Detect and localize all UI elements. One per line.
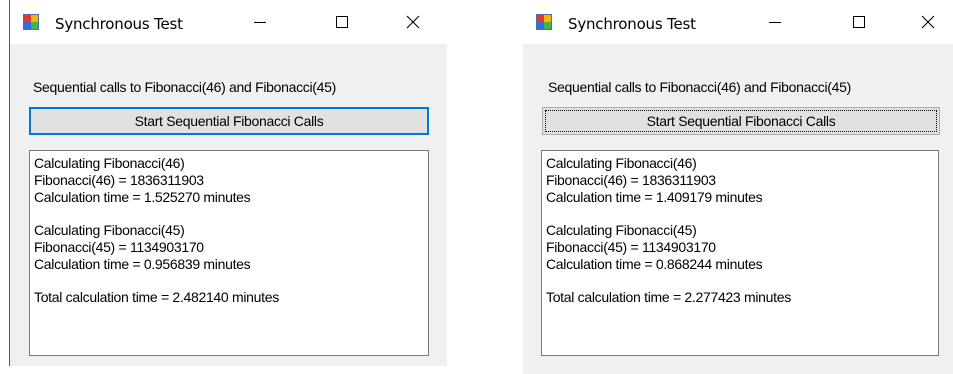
output-line: Calculating Fibonacci(45): [546, 222, 697, 238]
start-sequential-button[interactable]: Start Sequential Fibonacci Calls: [542, 107, 940, 135]
close-icon: [921, 15, 935, 29]
app-icon[interactable]: [536, 14, 552, 30]
output-line: Calculating Fibonacci(46): [546, 155, 697, 171]
window-title: Synchronous Test: [55, 15, 183, 33]
output-line: Calculation time = 0.868244 minutes: [546, 256, 763, 272]
output-spacer: [34, 206, 428, 222]
maximize-icon: [336, 16, 348, 28]
close-button[interactable]: [390, 0, 436, 44]
output-line: Calculating Fibonacci(45): [34, 222, 185, 238]
minimize-button[interactable]: [752, 0, 798, 44]
title-bar[interactable]: Synchronous Test: [10, 0, 447, 44]
output-line: Fibonacci(46) = 1836311903: [34, 172, 204, 188]
start-sequential-button[interactable]: Start Sequential Fibonacci Calls: [29, 107, 429, 135]
maximize-icon: [853, 16, 865, 28]
output-line: Fibonacci(45) = 1134903170: [546, 239, 716, 255]
output-spacer: [34, 273, 428, 289]
maximize-button[interactable]: [319, 0, 365, 44]
output-line: Calculation time = 1.525270 minutes: [34, 189, 251, 205]
close-icon: [406, 15, 420, 29]
output-line: Fibonacci(46) = 1836311903: [546, 172, 716, 188]
output-line: Total calculation time = 2.277423 minute…: [546, 289, 791, 305]
minimize-button[interactable]: [237, 0, 283, 44]
output-line: Total calculation time = 2.482140 minute…: [34, 289, 279, 305]
window-left: Synchronous Test Sequential calls to Fib…: [9, 0, 447, 366]
minimize-icon: [254, 22, 266, 23]
app-icon[interactable]: [23, 14, 39, 30]
output-spacer: [546, 206, 938, 222]
output-line: Calculating Fibonacci(46): [34, 155, 185, 171]
description-label: Sequential calls to Fibonacci(46) and Fi…: [548, 79, 851, 95]
close-button[interactable]: [905, 0, 951, 44]
description-label: Sequential calls to Fibonacci(46) and Fi…: [33, 79, 336, 95]
output-textbox[interactable]: Calculating Fibonacci(46) Fibonacci(46) …: [29, 150, 429, 356]
minimize-icon: [769, 22, 781, 23]
output-line: Calculation time = 0.956839 minutes: [34, 256, 251, 272]
title-bar[interactable]: Synchronous Test: [523, 0, 953, 44]
output-line: Fibonacci(45) = 1134903170: [34, 239, 204, 255]
window-right: Synchronous Test Sequential calls to Fib…: [523, 0, 953, 374]
window-title: Synchronous Test: [568, 15, 696, 33]
output-line: Calculation time = 1.409179 minutes: [546, 189, 763, 205]
output-spacer: [546, 273, 938, 289]
maximize-button[interactable]: [836, 0, 882, 44]
output-textbox[interactable]: Calculating Fibonacci(46) Fibonacci(46) …: [541, 150, 939, 356]
